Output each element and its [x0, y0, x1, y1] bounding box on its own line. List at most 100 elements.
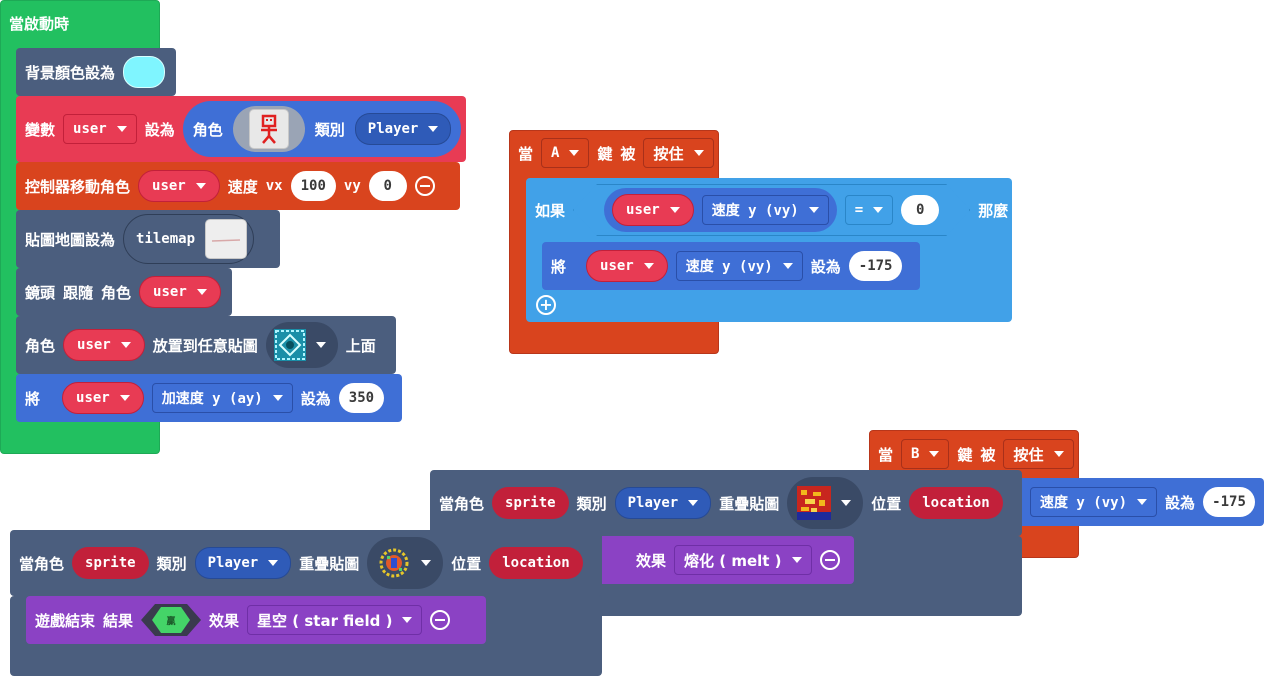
b-event-dropdown[interactable]: 按住	[1003, 439, 1074, 469]
set-background-color-block[interactable]: 背景顏色設為	[16, 48, 176, 96]
then-label: 那麼	[978, 201, 1009, 220]
win-label: 贏	[166, 616, 176, 627]
win-hex: 贏	[152, 607, 190, 633]
overlap1-var-name: sprite	[505, 495, 556, 511]
accel-var-dropdown[interactable]: user	[62, 382, 144, 414]
a-key-dropdown[interactable]: A	[541, 138, 590, 168]
overlap2-label: 當角色	[19, 554, 65, 573]
comparison-block[interactable]: user 速度 y (vy) = 0	[573, 184, 970, 236]
set-vy-label: 設為	[810, 257, 841, 276]
overlap2-kind-value: Player	[207, 555, 259, 571]
overlap1-var[interactable]: sprite	[492, 487, 569, 519]
set-velocity-block[interactable]: 將 user 速度 y (vy) 設為 -175	[542, 242, 920, 290]
set-prop-dropdown[interactable]: 速度 y (vy)	[675, 251, 803, 281]
controller-move-block[interactable]: 控制器移動角色 user 速度 vx 100 vy 0	[16, 162, 460, 210]
accel-prop-value: 加速度 y (ay)	[161, 391, 263, 407]
melt-effect-label: 效果	[636, 551, 667, 570]
game-over-block[interactable]: 遊戲結束 結果 贏 效果 星空 ( star field )	[26, 596, 486, 644]
overlap2-kind-dropdown[interactable]: Player	[194, 547, 292, 579]
remove-argument-icon[interactable]	[819, 550, 840, 570]
accel-var-name: user	[76, 390, 110, 406]
overlap2-var-name: sprite	[85, 555, 136, 571]
game-over-label: 遊戲結束	[35, 611, 96, 630]
overlap1-location-name: location	[922, 495, 990, 511]
place-top-label: 上面	[345, 336, 376, 355]
set-variable-block[interactable]: 變數 user 設為 角色 類別 Player	[16, 96, 466, 162]
kind-label: 類別	[314, 120, 345, 139]
tilemap-preview-icon	[205, 219, 248, 259]
color-swatch[interactable]	[123, 56, 166, 88]
cond-var-dropdown[interactable]: user	[612, 194, 694, 226]
set-bg-label: 背景顏色設為	[25, 63, 116, 82]
chevron-down-icon	[929, 451, 940, 457]
place-var-dropdown[interactable]: user	[63, 329, 145, 361]
vy-input[interactable]: 0	[368, 171, 407, 201]
accel-prop-dropdown[interactable]: 加速度 y (ay)	[151, 383, 293, 413]
vy-label: vy	[343, 178, 361, 194]
tile-picker[interactable]	[265, 322, 338, 368]
camera-follow-block[interactable]: 鏡頭 跟隨 角色 user	[16, 268, 232, 316]
tilemap-field[interactable]: tilemap	[123, 214, 255, 264]
b-set-velocity-block[interactable]: 速度 y (vy) 設為 -175	[1016, 478, 1264, 526]
cond-prop-dropdown[interactable]: 速度 y (vy)	[702, 195, 829, 225]
place-random-label: 放置到任意貼圖	[152, 336, 258, 355]
accel-value-input[interactable]: 350	[338, 383, 385, 413]
overlap2-location-name: location	[502, 555, 570, 571]
camera-var-dropdown[interactable]: user	[139, 276, 221, 308]
tilemap-name: tilemap	[136, 231, 196, 247]
a-event-dropdown[interactable]: 按住	[643, 138, 714, 168]
camera-sprite-label: 角色	[101, 283, 132, 302]
b-key-dropdown[interactable]: B	[901, 439, 950, 469]
chevron-down-icon	[116, 126, 127, 132]
set-acceleration-block[interactable]: 將 user 加速度 y (ay) 設為 350	[16, 374, 402, 422]
operator-value: =	[854, 202, 864, 218]
remove-argument-icon[interactable]	[414, 176, 435, 196]
remove-argument-icon[interactable]	[430, 610, 451, 630]
chevron-down-icon	[315, 342, 326, 348]
b-value-input[interactable]: -175	[1203, 487, 1255, 517]
kind-dropdown[interactable]: Player	[354, 113, 452, 145]
b-event-value: 按住	[1013, 445, 1044, 464]
melt-effect-block[interactable]: 效果 熔化 ( melt )	[596, 536, 854, 584]
on-b-prefix: 當	[878, 445, 894, 464]
chevron-down-icon	[841, 500, 852, 506]
b-set-label: 設為	[1165, 493, 1196, 512]
variable-dropdown[interactable]: user	[63, 114, 137, 144]
overlap-event-1-hat[interactable]: 當角色 sprite 類別 Player 重疊貼圖 位置 location	[430, 470, 1022, 536]
set-tilemap-block[interactable]: 貼圖地圖設為 tilemap	[16, 210, 280, 268]
set-var-dropdown[interactable]: user	[586, 250, 668, 282]
cond-value-input[interactable]: 0	[901, 195, 939, 225]
chevron-down-icon	[693, 150, 704, 156]
operator-dropdown[interactable]: =	[845, 195, 893, 225]
overlap-event-2-hat[interactable]: 當角色 sprite 類別 Player 重疊貼圖 位置 location	[10, 530, 602, 596]
melt-effect-dropdown[interactable]: 熔化 ( melt )	[674, 545, 812, 575]
result-label: 結果	[103, 611, 134, 630]
overlap2-tile-picker[interactable]	[367, 537, 444, 589]
win-toggle[interactable]: 贏	[141, 604, 201, 636]
overlap2-location[interactable]: location	[489, 547, 583, 579]
b-prop-dropdown[interactable]: 速度 y (vy)	[1030, 487, 1158, 517]
variable-label: 變數	[25, 120, 56, 139]
chevron-down-icon	[428, 126, 439, 132]
b-prop-value: 速度 y (vy)	[1040, 495, 1128, 511]
overlap1-kind-dropdown[interactable]: Player	[614, 487, 712, 519]
overlap2-var[interactable]: sprite	[72, 547, 149, 579]
gem-tile-icon	[377, 546, 411, 580]
if-label: 如果	[535, 201, 566, 220]
accel-set-label: 設為	[300, 389, 331, 408]
controller-var-dropdown[interactable]: user	[138, 170, 220, 202]
overlap1-tile-picker[interactable]	[787, 477, 864, 529]
set-vy-prefix: 將	[551, 257, 567, 276]
set-vy-input[interactable]: -175	[848, 251, 903, 281]
set-prop-value: 速度 y (vy)	[685, 259, 773, 275]
var-property-block[interactable]: user 速度 y (vy)	[604, 188, 837, 232]
add-else-icon[interactable]: +	[536, 295, 556, 315]
place-on-tile-block[interactable]: 角色 user 放置到任意貼圖 上面	[16, 316, 396, 374]
create-sprite-block[interactable]: 角色 類別 Player	[182, 101, 462, 157]
overlap1-location[interactable]: location	[909, 487, 1003, 519]
gameover-effect-dropdown[interactable]: 星空 ( star field )	[247, 605, 423, 635]
sprite-image-slot[interactable]	[232, 106, 305, 152]
vx-input[interactable]: 100	[290, 171, 336, 201]
gameover-effect-value: 星空 ( star field )	[257, 611, 393, 630]
chevron-down-icon	[809, 207, 819, 213]
